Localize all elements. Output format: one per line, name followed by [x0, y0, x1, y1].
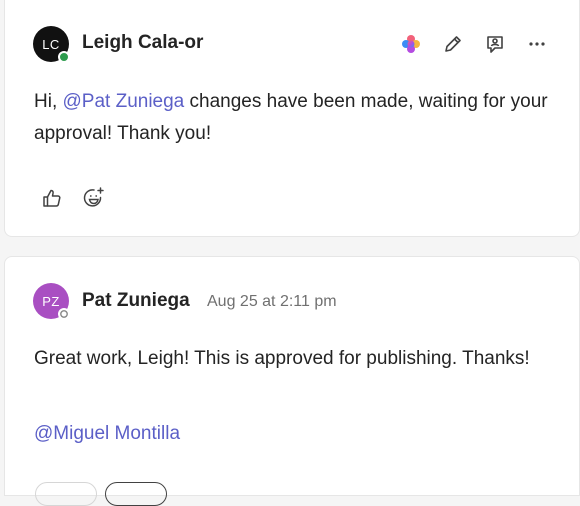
reaction-pill[interactable]: [35, 482, 97, 506]
author-name[interactable]: Pat Zuniega: [82, 290, 190, 312]
message-timestamp: Aug 25 at 2:11 pm: [207, 293, 337, 310]
message-text: Hi, @Pat Zuniega changes have been made,…: [34, 86, 564, 150]
avatar-initials: LC: [42, 36, 60, 52]
message-card-leigh: LC Leigh Cala-or Hi, @Pat Zuniega change…: [4, 0, 580, 237]
message-text: Great work, Leigh! This is approved for …: [34, 348, 530, 369]
more-icon[interactable]: [523, 30, 551, 58]
thumbs-up-icon[interactable]: [38, 184, 66, 212]
presence-available-icon: [58, 51, 70, 63]
mention-link[interactable]: @Pat Zuniega: [63, 91, 185, 112]
feedback-icon[interactable]: [481, 30, 509, 58]
edit-icon[interactable]: [439, 30, 467, 58]
reaction-pill-selected[interactable]: [105, 482, 167, 506]
message-card-pat: PZ Pat Zuniega Aug 25 at 2:11 pm Great w…: [4, 256, 580, 506]
copilot-icon[interactable]: [397, 30, 425, 58]
text-prefix: Hi,: [34, 91, 63, 112]
presence-offline-icon: [58, 308, 70, 320]
add-emoji-icon[interactable]: [80, 184, 108, 212]
avatar-initials: PZ: [42, 293, 60, 309]
author-name[interactable]: Leigh Cala-or: [82, 32, 203, 54]
mention-link[interactable]: @Miguel Montilla: [34, 418, 180, 450]
